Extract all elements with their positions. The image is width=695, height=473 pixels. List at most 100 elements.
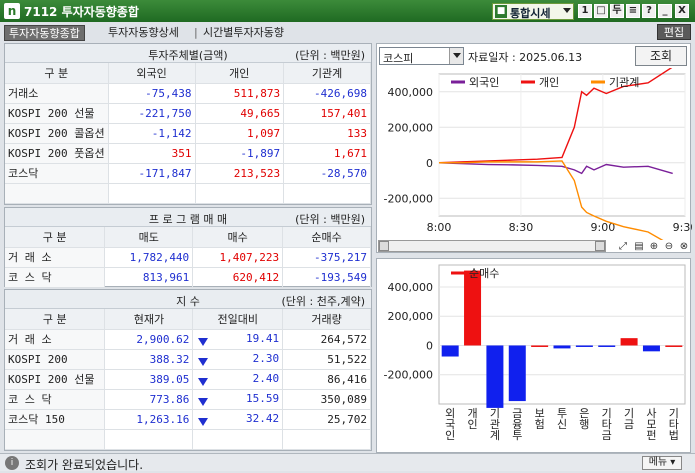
tab-investor-detail[interactable]: 투자자동향상세 [104,25,183,41]
down-arrow-icon [198,338,209,346]
row-label: KOSPI 200 선물 [5,369,106,390]
table-row[interactable]: KOSPI 200 선물 -221,750 49,665 157,401 [5,103,371,124]
window-button-2[interactable]: □ [594,4,608,18]
minimize-button[interactable]: _ [658,4,672,18]
table-row[interactable]: KOSPI 200 388.32 2.30 51,522 [5,349,371,370]
table-row[interactable]: 코스닥 -171,847 213,523 -28,570 [5,163,371,184]
x-tick-char: 행 [579,418,589,431]
column-header: 순매수 [282,227,371,248]
row-label: KOSPI 200 [5,349,106,370]
cell-price: 773.86 [104,389,194,410]
table-row[interactable]: 거래소 -75,438 511,873 -426,698 [5,83,371,104]
bar-chart: 400,000200,0000-200,000외 국 인개 인기 관 계금 융 투보 험투 신은 행… [384,264,686,442]
cell-change: 32.42 [192,409,284,430]
cell-change: 15.59 [192,389,284,410]
status-bar: i 조회가 완료되었습니다. 메뉴 ▾ [0,453,695,472]
chevron-down-icon [563,8,571,13]
row-label: 거 래 소 [5,247,106,268]
table-row[interactable]: 코 스 닥 813,961 620,412 -193,549 [5,267,371,288]
legend-label: 외국인 [469,76,499,89]
window-button-4[interactable]: ≡ [626,4,640,18]
row-label: 코스닥 150 [5,409,106,430]
column-header: 매수 [192,227,284,248]
print-icon[interactable]: ▤ [633,241,645,253]
empty-cell [282,429,371,450]
column-header: 외국인 [108,63,196,84]
investor-table: 구 분 외국인 개인 기관계 거래소 -75,438 511,873 -426,… [5,63,371,204]
status-message: 조회가 완료되었습니다. [25,458,144,472]
cell-price: 389.05 [104,369,194,390]
zoom-out-icon[interactable]: ⊖ [663,241,675,253]
app-icon: n [4,3,20,19]
x-tick-char: 인 [445,429,455,442]
column-header: 개인 [195,63,285,84]
y-tick-label: 0 [426,339,433,352]
down-arrow-icon [198,398,209,406]
cell-foreign: -75,438 [108,83,196,104]
x-tick-label: 기금 [624,407,634,431]
cell-net: -193,549 [282,267,371,288]
column-header: 구 분 [5,227,106,248]
table-row[interactable]: KOSPI 200 선물 389.05 2.40 86,416 [5,369,371,390]
x-tick-char: 신 [557,418,567,431]
cell-price: 2,900.62 [104,329,194,350]
change-value: 19.41 [246,332,280,345]
x-tick-char: 금 [602,429,612,442]
integrated-quote-combo[interactable]: ■ 통합시세 [492,3,574,20]
help-button[interactable]: ? [642,4,656,18]
chart-scrollbar[interactable] [378,240,606,252]
cell-foreign: -1,142 [108,123,196,144]
x-tick-char: 법 [669,429,679,442]
scroll-left-button[interactable] [379,241,389,251]
table-row[interactable]: 코스닥 150 1,263.16 32.42 25,702 [5,409,371,430]
scroll-right-button[interactable] [595,241,605,251]
change-value: 2.30 [252,352,280,365]
window-button-3[interactable]: 두 [610,4,624,18]
status-icon: i [5,456,19,470]
x-tick-label: 금융투 [512,407,522,442]
menu-button[interactable]: 메뉴 ▾ [642,456,682,470]
bar [486,345,504,408]
tab-separator: | [194,26,198,39]
program-panel-header: 프 로 그 램 매 매 (단위 : 백만원) [5,208,371,227]
tab-investor-summary[interactable]: 투자자동향종합 [4,25,85,41]
cell-individual: -1,897 [195,143,285,164]
cell-change: 19.41 [192,329,284,350]
zoom-in-icon[interactable]: ⊕ [648,241,660,253]
cell-institution: 157,401 [283,103,371,124]
tab-bar: 투자자동향종합 투자자동향상세 | 시간별투자자동향 [0,22,695,42]
bar-chart-panel: 400,000 200,000 0 -200,000 외 국 인 개 인 기 관 계 금 융 투 보 험 투 신 은 행… [376,258,691,453]
x-tick-label: 기타금 [602,407,612,442]
legend-label: 기관계 [609,76,639,89]
edit-button[interactable]: 편집 [657,24,691,40]
table-row[interactable]: 거 래 소 1,782,440 1,407,223 -375,217 [5,247,371,268]
close-button[interactable]: X [675,4,689,18]
table-row[interactable]: KOSPI 200 콜옵션 -1,142 1,097 133 [5,123,371,144]
y-tick-label: 0 [426,157,433,170]
x-tick-label: 9:30 [673,221,692,234]
market-select[interactable]: 코스피 [379,47,464,65]
program-panel-unit: (단위 : 백만원) [295,213,365,226]
row-label: 코 스 닥 [5,267,106,288]
chevron-down-icon [449,48,463,64]
expand-icon[interactable]: ⤢ [617,241,629,253]
window-button-1[interactable]: 1 [578,4,592,18]
change-value: 32.42 [246,412,280,425]
table-row[interactable]: 코 스 닥 773.86 15.59 350,089 [5,389,371,410]
zoom-reset-icon[interactable]: ⊗ [678,241,690,253]
tab-investor-by-time[interactable]: 시간별투자자동향 [199,25,288,41]
bar [553,345,571,349]
cell-foreign: -171,847 [108,163,196,184]
cell-foreign: -221,750 [108,103,196,124]
row-label: KOSPI 200 풋옵션 [5,143,109,164]
lock-icon: ■ [495,5,507,18]
query-button[interactable]: 조회 [635,46,687,66]
column-header: 현재가 [104,309,194,330]
table-row[interactable]: 거 래 소 2,900.62 19.41 264,572 [5,329,371,350]
table-row[interactable]: KOSPI 200 풋옵션 351 -1,897 1,671 [5,143,371,164]
cell-volume: 264,572 [282,329,371,350]
cell-price: 388.32 [104,349,194,370]
cell-sell: 1,782,440 [104,247,194,268]
row-label: 코 스 닥 [5,389,106,410]
bar [531,345,549,347]
